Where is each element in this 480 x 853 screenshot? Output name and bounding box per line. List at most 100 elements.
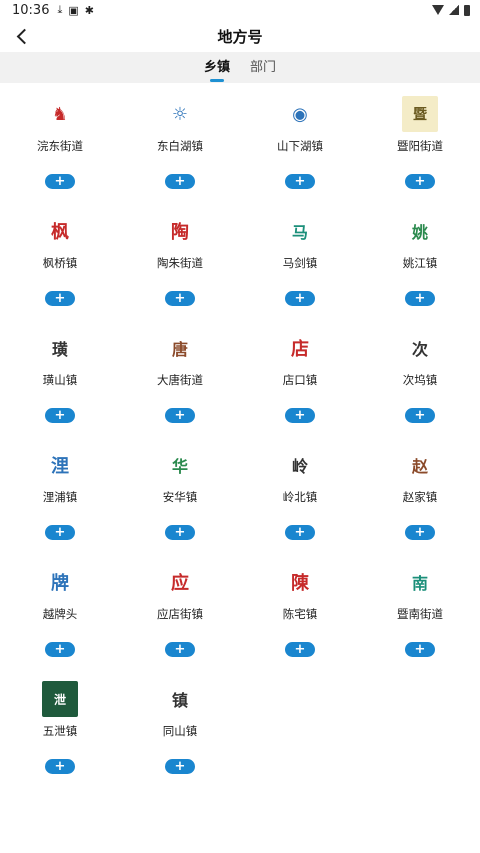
tab-departments[interactable]: 部门 [248,52,278,83]
town-logo-icon: 枫 [51,222,69,243]
town-logo-icon: 暨 [402,96,438,132]
image-icon: ▣ [68,3,79,17]
town-logo-icon: 镇 [171,691,188,710]
tab-bar: 乡镇 部门 [0,52,480,83]
town-item[interactable]: 华安华镇 + [120,441,240,558]
town-logo-icon: 南 [411,574,428,593]
subscribe-button[interactable]: + [45,759,75,774]
town-item[interactable]: ♞ 浣东街道 + [0,90,120,207]
town-name: 大唐街道 [157,373,203,387]
signal-icon [449,5,459,15]
town-name: 东白湖镇 [157,139,203,153]
town-logo-icon: 牌 [51,573,69,594]
subscribe-button[interactable]: + [45,408,75,423]
subscribe-button[interactable]: + [285,174,315,189]
town-name: 应店街镇 [157,607,203,621]
town-item[interactable]: 暨暨阳街道 + [360,90,480,207]
subscribe-button[interactable]: + [405,291,435,306]
town-item[interactable]: 姚姚江镇 + [360,207,480,324]
town-logo-icon: ☼ [171,103,189,125]
subscribe-button[interactable]: + [285,642,315,657]
town-item[interactable]: 应应店街镇 + [120,558,240,675]
subscribe-button[interactable]: + [45,642,75,657]
town-item[interactable]: 岭岭北镇 + [240,441,360,558]
town-item[interactable]: ☼ 东白湖镇 + [120,90,240,207]
town-name: 赵家镇 [402,490,438,504]
town-name: 安华镇 [162,490,198,504]
subscribe-button[interactable]: + [285,291,315,306]
town-item[interactable]: 唐大唐街道 + [120,324,240,441]
town-name: 陈宅镇 [282,607,318,621]
town-item[interactable]: 牌越牌头 + [0,558,120,675]
subscribe-button[interactable]: + [45,291,75,306]
town-item[interactable]: 马马剑镇 + [240,207,360,324]
subscribe-button[interactable]: + [165,759,195,774]
town-logo-icon: 璜 [51,340,68,359]
town-logo-icon: 赵 [411,457,428,476]
subscribe-button[interactable]: + [45,174,75,189]
page-title: 地方号 [217,27,263,46]
town-name: 山下湖镇 [277,139,323,153]
town-item[interactable]: 枫枫桥镇 + [0,207,120,324]
town-name: 马剑镇 [282,256,318,270]
town-name: 枫桥镇 [42,256,78,270]
status-bar: 10:36 ⤓ ▣ ✱ [0,0,480,20]
town-logo-icon: 店 [291,339,309,360]
tab-towns[interactable]: 乡镇 [202,52,232,83]
town-item[interactable]: 次次坞镇 + [360,324,480,441]
town-name: 暨阳街道 [397,139,443,153]
town-name: 五泄镇 [42,724,78,738]
town-logo-icon: ◉ [292,103,308,125]
town-logo-icon: 次 [411,340,428,359]
town-name: 璜山镇 [42,373,78,387]
town-item[interactable]: 镇同山镇 + [120,675,240,792]
wifi-icon [432,5,444,15]
town-logo-icon: 泄 [42,681,78,717]
town-item[interactable]: 赵赵家镇 + [360,441,480,558]
town-item[interactable]: 璜璜山镇 + [0,324,120,441]
subscribe-button[interactable]: + [165,291,195,306]
town-name: 浬浦镇 [42,490,78,504]
town-logo-icon: 应 [171,573,189,594]
town-name: 岭北镇 [282,490,318,504]
town-item[interactable]: 陶陶朱街道 + [120,207,240,324]
town-name: 陶朱街道 [157,256,203,270]
subscribe-button[interactable]: + [45,525,75,540]
battery-icon [464,4,470,16]
town-name: 暨南街道 [397,607,443,621]
chevron-left-icon [16,28,32,44]
town-item[interactable]: 店店口镇 + [240,324,360,441]
town-item[interactable]: 泄五泄镇 + [0,675,120,792]
town-logo-icon: 浬 [51,456,69,477]
subscribe-button[interactable]: + [285,408,315,423]
subscribe-button[interactable]: + [405,525,435,540]
town-logo-icon: 马 [291,223,308,242]
town-grid: ♞ 浣东街道 + ☼ 东白湖镇 + ◉ 山下湖镇 + 暨暨阳街道 + 枫枫桥镇 + 陶陶朱街道 + 马马剑镇 +… [0,90,480,792]
town-logo-icon: 陳 [291,573,309,594]
status-time: 10:36 [12,2,50,18]
subscribe-button[interactable]: + [405,408,435,423]
subscribe-button[interactable]: + [165,525,195,540]
town-logo-icon: 姚 [411,223,428,242]
subscribe-button[interactable]: + [405,642,435,657]
download-icon: ⤓ [57,3,63,16]
town-logo-icon: 陶 [171,222,189,243]
subscribe-button[interactable]: + [405,174,435,189]
town-item[interactable]: 陳陈宅镇 + [240,558,360,675]
town-item[interactable]: 浬浬浦镇 + [0,441,120,558]
town-logo-icon: ♞ [51,103,69,125]
subscribe-button[interactable]: + [285,525,315,540]
subscribe-button[interactable]: + [165,408,195,423]
back-button[interactable] [8,22,36,50]
subscribe-button[interactable]: + [165,174,195,189]
town-item[interactable]: ◉ 山下湖镇 + [240,90,360,207]
town-logo-icon: 华 [171,457,188,476]
town-name: 越牌头 [42,607,78,621]
town-item[interactable]: 南暨南街道 + [360,558,480,675]
town-name: 店口镇 [282,373,318,387]
subscribe-button[interactable]: + [165,642,195,657]
town-logo-icon: 岭 [291,457,308,476]
town-name: 姚江镇 [402,256,438,270]
town-logo-icon: 唐 [171,340,188,359]
title-bar: 地方号 [0,20,480,52]
